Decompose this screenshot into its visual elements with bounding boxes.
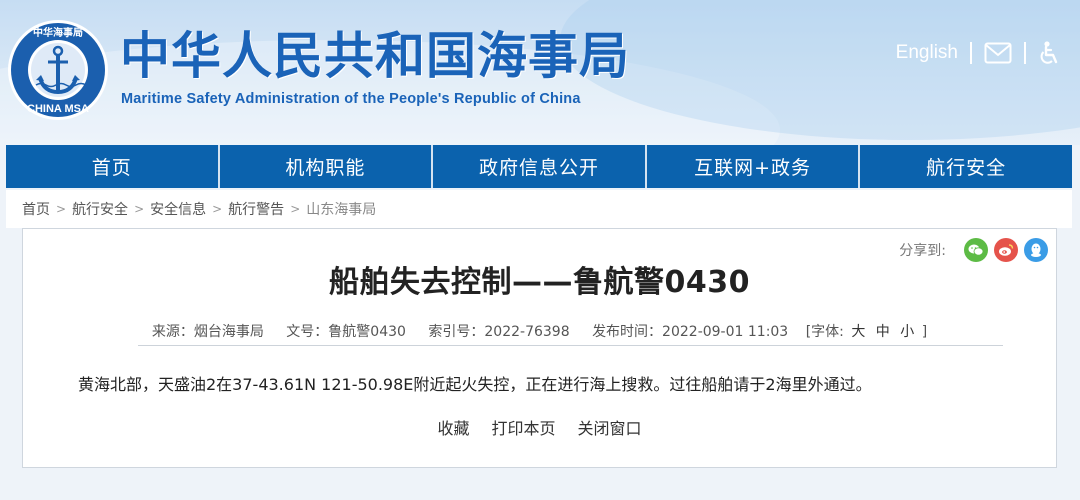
font-size-large[interactable]: 大 xyxy=(851,324,865,340)
nav-item-navigation-safety[interactable]: 航行安全 xyxy=(860,145,1072,188)
site-subtitle: Maritime Safety Administration of the Pe… xyxy=(121,91,581,107)
english-link[interactable]: English xyxy=(896,42,958,64)
font-size-close: ] xyxy=(921,324,928,340)
font-size-medium[interactable]: 中 xyxy=(876,324,890,340)
logo-text-bottom: CHINA MSA xyxy=(27,103,89,115)
nav-item-home[interactable]: 首页 xyxy=(6,145,220,188)
meta-source: 来源：烟台海事局 xyxy=(151,324,264,340)
meta-publish-time: 发布时间：2022-09-01 11:03 xyxy=(592,324,789,340)
article-meta: 来源：烟台海事局 文号：鲁航警0430 索引号：2022-76398 发布时间：… xyxy=(23,321,1056,341)
favorite-button[interactable]: 收藏 xyxy=(437,415,469,439)
site-title[interactable]: 中华人民共和国海事局 xyxy=(120,26,630,86)
font-size-label: [字体: xyxy=(805,324,844,340)
top-links-divider xyxy=(970,42,972,64)
msa-logo[interactable]: 中华海事局 CHINA MSA xyxy=(6,18,110,122)
site-header: 中华海事局 CHINA MSA 中华人民共和国海事局 Maritime Safe… xyxy=(0,0,1080,145)
top-links-divider xyxy=(1024,42,1026,64)
breadcrumb-shandong-msa[interactable]: 山东海事局 xyxy=(306,199,376,219)
meta-divider xyxy=(138,345,1003,346)
mail-icon[interactable] xyxy=(984,42,1012,64)
nav-item-internet-gov[interactable]: 互联网+政务 xyxy=(647,145,861,188)
breadcrumb-safety-info[interactable]: 安全信息 xyxy=(150,199,206,219)
main-nav: 首页 机构职能 政府信息公开 互联网+政务 航行安全 xyxy=(6,145,1072,188)
nav-item-functions[interactable]: 机构职能 xyxy=(220,145,434,188)
print-button[interactable]: 打印本页 xyxy=(491,415,555,439)
nav-item-gov-info[interactable]: 政府信息公开 xyxy=(433,145,647,188)
article-panel: 分享到: 船舶失去控制——鲁航警0430 来源：烟台海事局 文号：鲁航警0430… xyxy=(22,228,1057,468)
breadcrumb-navigation-warning[interactable]: 航行警告 xyxy=(228,199,284,219)
article-title: 船舶失去控制——鲁航警0430 xyxy=(329,265,750,300)
meta-index-number: 索引号：2022-76398 xyxy=(428,324,570,340)
breadcrumb: 首页 > 航行安全 > 安全信息 > 航行警告 > 山东海事局 xyxy=(6,190,1072,228)
breadcrumb-navigation-safety[interactable]: 航行安全 xyxy=(72,199,128,219)
breadcrumb-home[interactable]: 首页 xyxy=(22,199,50,219)
font-size-control: [字体: 大 中 小 ] xyxy=(806,324,927,340)
breadcrumb-separator: > xyxy=(56,202,67,216)
top-links: English xyxy=(896,38,1060,68)
meta-doc-number: 文号：鲁航警0430 xyxy=(286,324,406,340)
close-window-button[interactable]: 关闭窗口 xyxy=(578,415,642,439)
article-body: 黄海北部，天盛油2在37-43.61N 121-50.98E附近起火失控，正在进… xyxy=(78,375,872,394)
svg-text:中华海事局: 中华海事局 xyxy=(33,26,83,39)
breadcrumb-separator: > xyxy=(212,202,223,216)
svg-text:CHINA MSA: CHINA MSA xyxy=(27,103,89,115)
breadcrumb-separator: > xyxy=(134,202,145,216)
article-actions: 收藏 打印本页 关闭窗口 xyxy=(23,415,1056,439)
breadcrumb-separator: > xyxy=(290,202,301,216)
font-size-small[interactable]: 小 xyxy=(900,324,914,340)
accessibility-icon[interactable] xyxy=(1038,41,1060,65)
logo-text-top: 中华海事局 xyxy=(33,26,83,39)
